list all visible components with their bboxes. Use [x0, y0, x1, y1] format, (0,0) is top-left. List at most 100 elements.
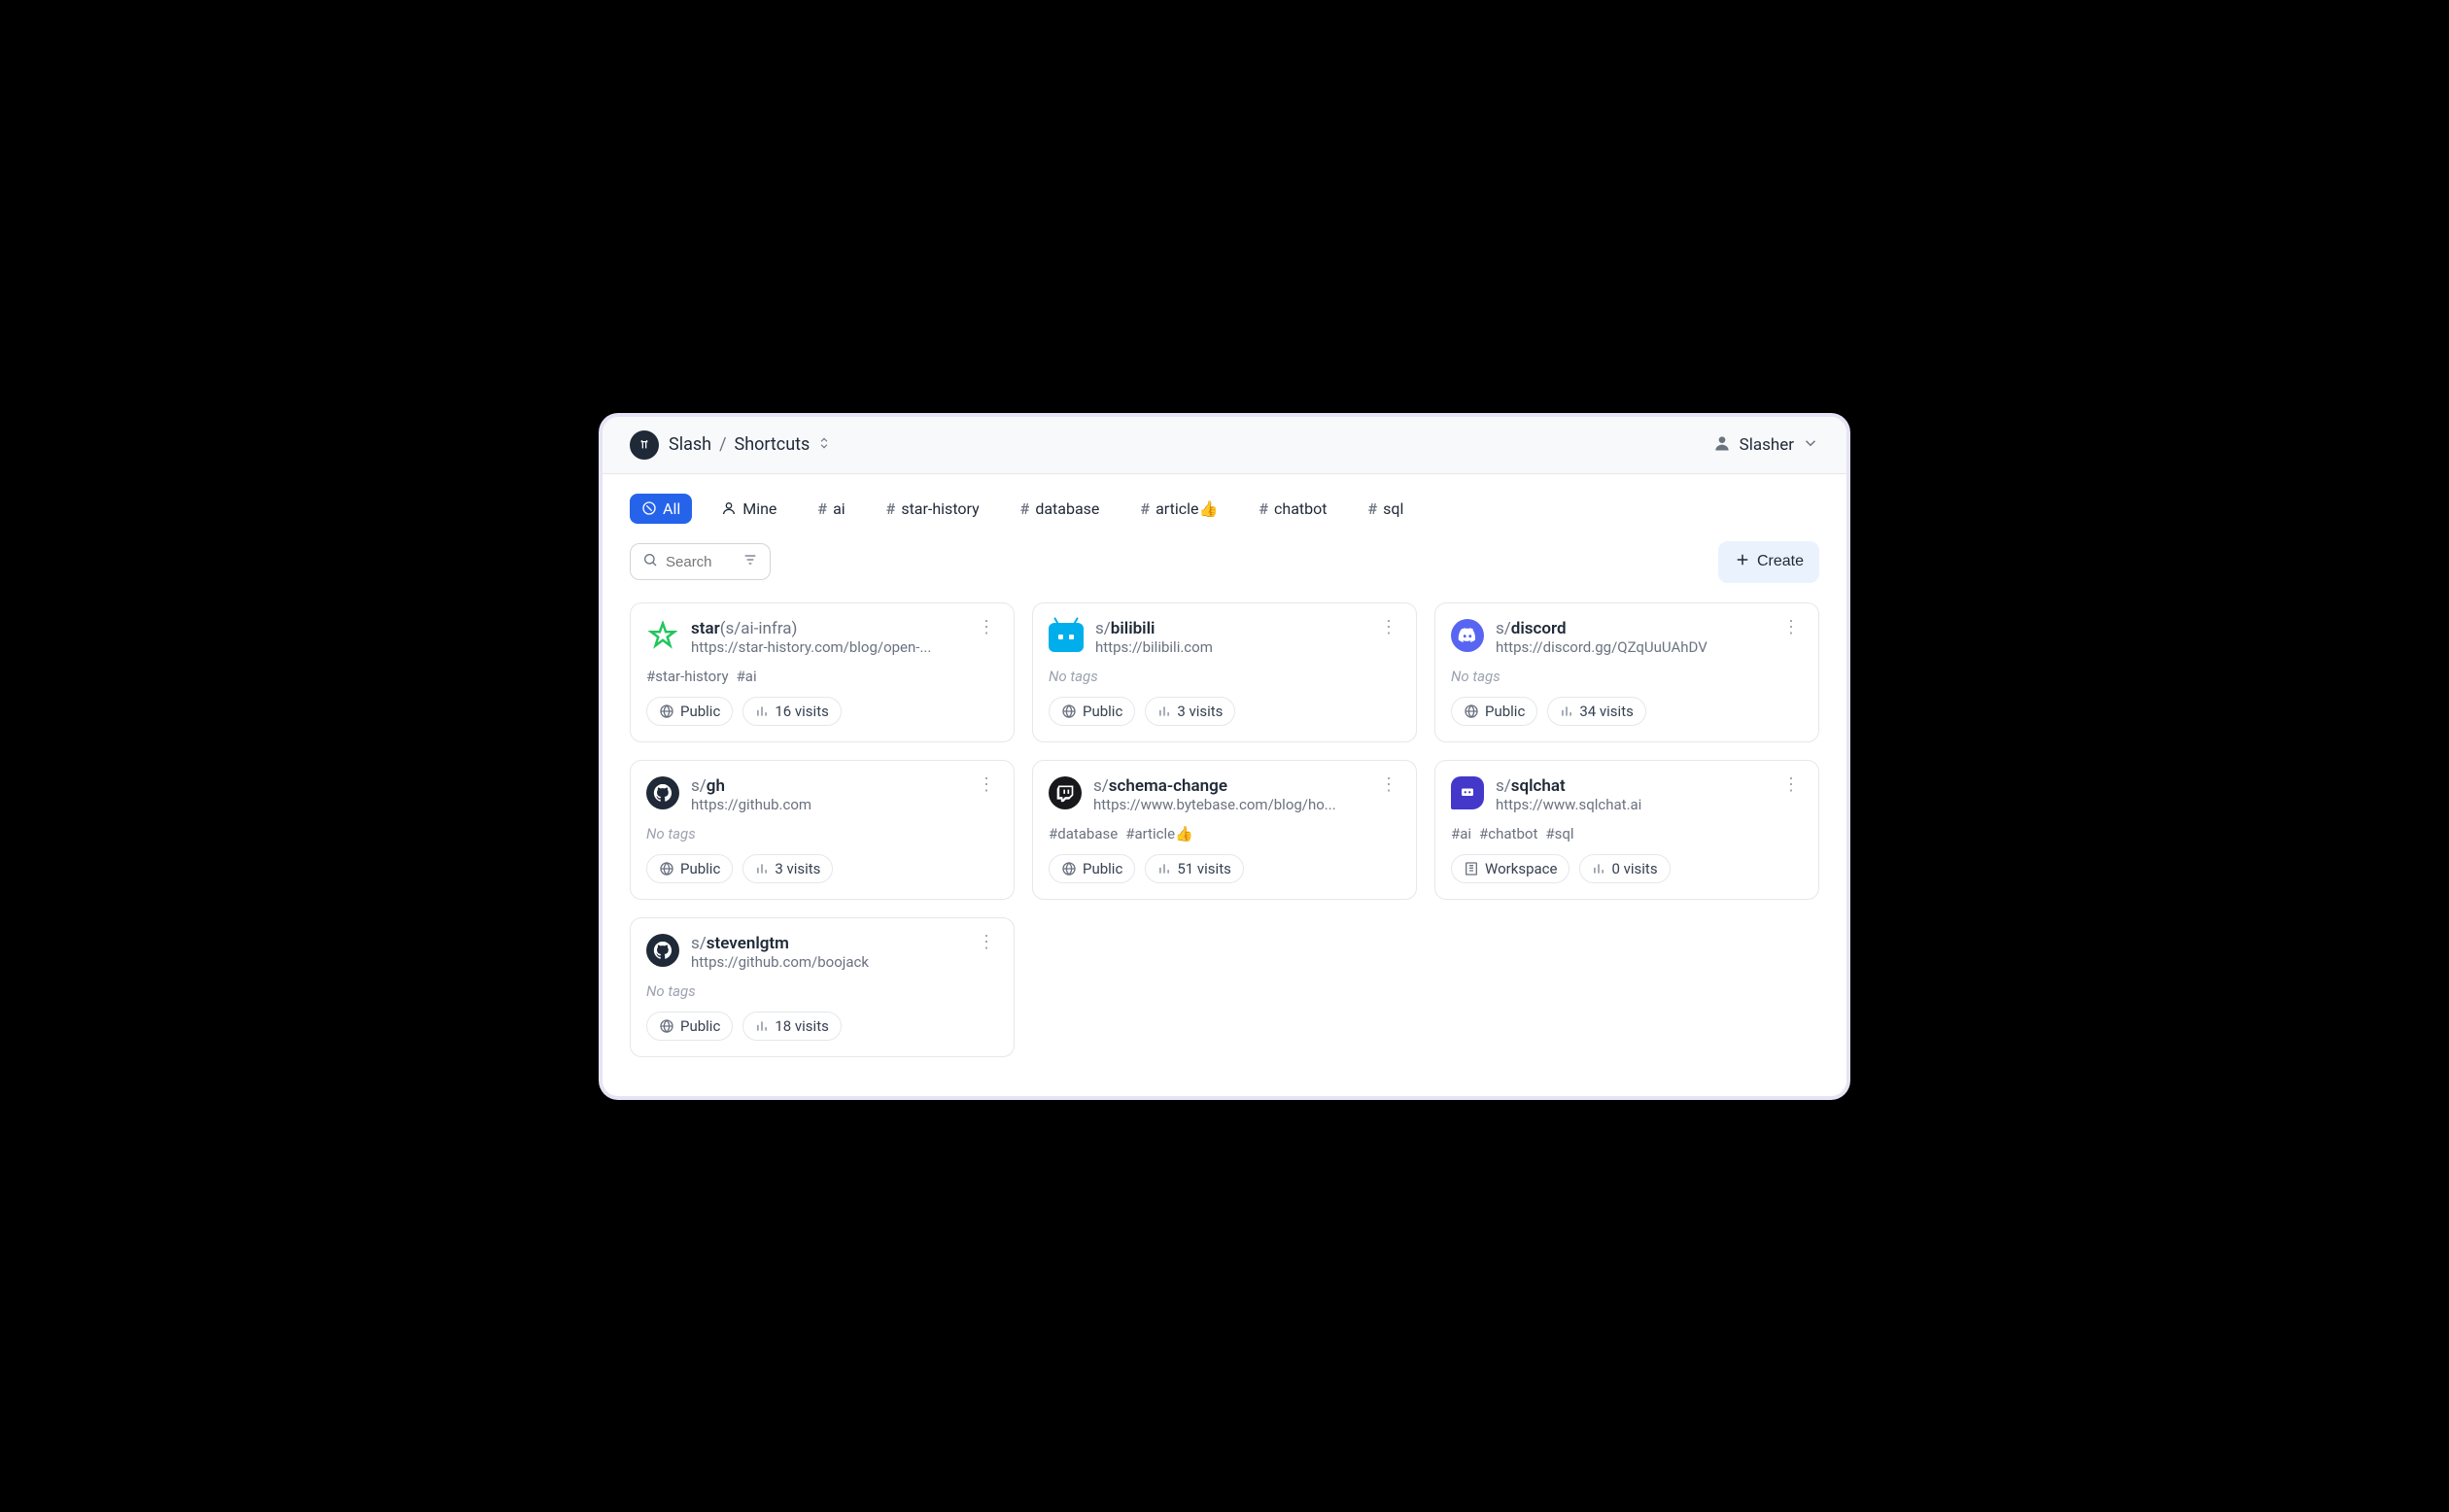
- card-title[interactable]: s/gh: [691, 776, 962, 796]
- card-menu-button[interactable]: ⋮: [1778, 619, 1803, 637]
- filter-tag-chatbot[interactable]: #chatbot: [1247, 494, 1338, 524]
- filter-label: article👍: [1156, 499, 1218, 518]
- card-footer: Public 3 visits: [646, 854, 998, 883]
- card-title[interactable]: star(s/ai-infra): [691, 619, 962, 638]
- visibility-chip[interactable]: Public: [646, 697, 733, 726]
- shortcut-card[interactable]: s/bilibilihttps://bilibili.com⋮No tagsPu…: [1032, 602, 1417, 742]
- page-name[interactable]: Shortcuts: [735, 434, 811, 455]
- filter-label: ai: [833, 499, 845, 518]
- visibility-chip[interactable]: Public: [1451, 697, 1537, 726]
- chart-icon: [1157, 704, 1171, 718]
- visibility-chip[interactable]: Workspace: [1451, 854, 1569, 883]
- card-tags: #database #article👍: [1049, 825, 1400, 842]
- filter-tag-database[interactable]: #database: [1009, 494, 1112, 524]
- visibility-label: Public: [680, 1017, 720, 1035]
- card-footer: Workspace 0 visits: [1451, 854, 1803, 883]
- filter-tag-sql[interactable]: #sql: [1357, 494, 1416, 524]
- shortcut-card[interactable]: s/schema-changehttps://www.bytebase.com/…: [1032, 760, 1417, 900]
- card-footer: Public 18 visits: [646, 1012, 998, 1041]
- card-url[interactable]: https://discord.gg/QZqUuUAhDV: [1496, 638, 1767, 656]
- breadcrumb-dropdown-icon[interactable]: [817, 436, 831, 453]
- card-url[interactable]: https://www.sqlchat.ai: [1496, 796, 1767, 813]
- shortcut-card[interactable]: star(s/ai-infra)https://star-history.com…: [630, 602, 1015, 742]
- shortcut-card[interactable]: s/discordhttps://discord.gg/QZqUuUAhDV⋮N…: [1434, 602, 1819, 742]
- breadcrumb-separator: /: [719, 434, 726, 455]
- card-title-block: s/bilibilihttps://bilibili.com: [1095, 619, 1364, 656]
- search-box[interactable]: [630, 543, 771, 580]
- filter-tag-article[interactable]: # article👍: [1128, 494, 1229, 524]
- visibility-label: Workspace: [1485, 860, 1557, 877]
- visits-chip[interactable]: 3 visits: [742, 854, 833, 883]
- card-title[interactable]: s/bilibili: [1095, 619, 1364, 638]
- card-url[interactable]: https://star-history.com/blog/open-...: [691, 638, 962, 656]
- content: AllMine#ai#star-history#database#article…: [603, 474, 1846, 1096]
- visibility-icon: [659, 704, 674, 719]
- tag[interactable]: #article👍: [1125, 825, 1193, 842]
- visits-chip[interactable]: 3 visits: [1145, 697, 1235, 726]
- twitch-icon: [1049, 776, 1082, 809]
- tag[interactable]: #ai: [737, 668, 757, 685]
- card-url[interactable]: https://bilibili.com: [1095, 638, 1364, 656]
- visits-chip[interactable]: 34 visits: [1547, 697, 1646, 726]
- tag[interactable]: #sql: [1545, 825, 1573, 842]
- visits-label: 0 visits: [1611, 860, 1657, 877]
- card-title-block: s/stevenlgtmhttps://github.com/boojack: [691, 934, 962, 971]
- visits-chip[interactable]: 16 visits: [742, 697, 842, 726]
- card-url[interactable]: https://www.bytebase.com/blog/ho...: [1093, 796, 1364, 813]
- filter-tag-ai[interactable]: # ai: [806, 494, 856, 524]
- app-name[interactable]: Slash: [669, 434, 711, 455]
- visibility-chip[interactable]: Public: [1049, 697, 1135, 726]
- create-button[interactable]: Create: [1718, 541, 1819, 583]
- visibility-label: Public: [680, 860, 720, 877]
- plus-icon: [1734, 551, 1751, 573]
- filter-bar: All Mine # ai #star-history #database # article…: [630, 494, 1819, 524]
- visibility-icon: [1061, 704, 1077, 719]
- sqlchat-icon: [1451, 776, 1484, 809]
- visits-chip[interactable]: 51 visits: [1145, 854, 1244, 883]
- github-icon: [646, 934, 679, 967]
- visits-chip[interactable]: 18 visits: [742, 1012, 842, 1041]
- filter-settings-icon[interactable]: [742, 552, 758, 571]
- shortcut-card[interactable]: s/ghhttps://github.com⋮No tagsPublic3 vi…: [630, 760, 1015, 900]
- visibility-chip[interactable]: Public: [646, 854, 733, 883]
- visits-label: 16 visits: [775, 703, 829, 720]
- card-title[interactable]: s/discord: [1496, 619, 1767, 638]
- hash-icon: #: [1140, 499, 1150, 518]
- breadcrumb[interactable]: Slash / Shortcuts: [630, 430, 831, 460]
- filter-mine[interactable]: Mine: [709, 494, 788, 524]
- visits-label: 3 visits: [1177, 703, 1223, 720]
- shortcut-card[interactable]: s/stevenlgtmhttps://github.com/boojack ⋮ N…: [630, 917, 1015, 1057]
- tag[interactable]: #chatbot: [1479, 825, 1537, 842]
- filter-all[interactable]: All: [630, 494, 692, 524]
- user-menu[interactable]: Slasher: [1712, 433, 1819, 457]
- filter-label: database: [1035, 499, 1099, 518]
- card-menu-button[interactable]: ⋮: [1778, 776, 1803, 795]
- visits-label: 34 visits: [1579, 703, 1634, 720]
- card-menu-button[interactable]: ⋮: [974, 934, 998, 952]
- card-url[interactable]: https://github.com: [691, 796, 962, 813]
- card-menu-button[interactable]: ⋮: [1376, 776, 1400, 795]
- tag[interactable]: #star-history: [646, 668, 729, 685]
- card-menu-button[interactable]: ⋮: [974, 776, 998, 795]
- search-input[interactable]: [666, 554, 724, 570]
- no-tags-label: No tags: [646, 982, 998, 1000]
- filter-label: All: [663, 499, 680, 518]
- visibility-chip[interactable]: Public: [1049, 854, 1135, 883]
- card-header: s/schema-changehttps://www.bytebase.com/…: [1049, 776, 1400, 813]
- tag[interactable]: #database: [1049, 825, 1118, 842]
- visits-chip[interactable]: 0 visits: [1579, 854, 1670, 883]
- card-title[interactable]: s/stevenlgtm: [691, 934, 962, 953]
- visibility-chip[interactable]: Public: [646, 1012, 733, 1041]
- shortcut-grid: star(s/ai-infra)https://star-history.com…: [630, 602, 1819, 1057]
- hash-icon: #: [817, 499, 827, 518]
- card-title[interactable]: s/sqlchat: [1496, 776, 1767, 796]
- shortcut-card[interactable]: s/sqlchathttps://www.sqlchat.ai ⋮ #ai #chat…: [1434, 760, 1819, 900]
- card-footer: Public 34 visits: [1451, 697, 1803, 726]
- card-menu-button[interactable]: ⋮: [1376, 619, 1400, 637]
- card-menu-button[interactable]: ⋮: [974, 619, 998, 637]
- app-logo[interactable]: [630, 430, 659, 460]
- filter-tag-starhistory[interactable]: #star-history: [875, 494, 991, 524]
- tag[interactable]: #ai: [1451, 825, 1471, 842]
- card-title[interactable]: s/schema-change: [1093, 776, 1364, 796]
- card-url[interactable]: https://github.com/boojack: [691, 953, 962, 971]
